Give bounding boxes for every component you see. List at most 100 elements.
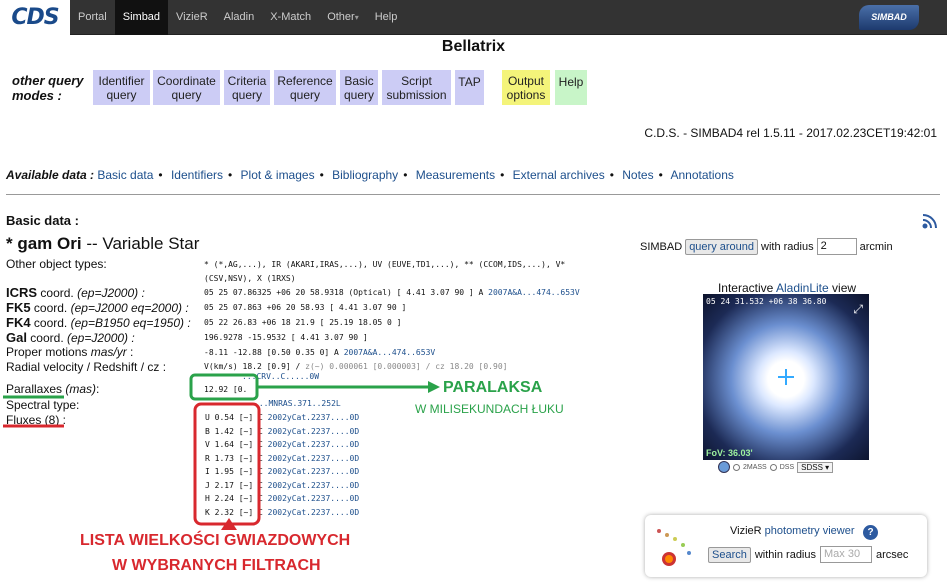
tap-button[interactable]: TAP <box>455 70 484 105</box>
survey-dss[interactable]: DSS <box>780 464 794 471</box>
pm-colon: : <box>126 345 134 359</box>
query-around-button[interactable]: query around <box>685 238 759 255</box>
link-identifiers[interactable]: Identifiers <box>171 168 223 182</box>
button-line1: Script <box>401 73 432 88</box>
output-options-button[interactable]: Output options <box>502 70 550 105</box>
gal-epoch: (ep=J2000) : <box>67 331 135 345</box>
fk5-label: FK5 coord. (ep=J2000 eq=2000) : <box>6 300 189 315</box>
vizier-prefix: VizieR <box>730 525 765 537</box>
nav-menu: Portal Simbad VizieR Aladin X-Match Othe… <box>70 0 405 35</box>
top-navbar: CDS Portal Simbad VizieR Aladin X-Match … <box>0 0 947 35</box>
available-data-label: Available data : <box>6 168 95 182</box>
photometry-viewer-link[interactable]: photometry viewer <box>765 525 855 537</box>
icrs-ref-link[interactable]: 2007A&A...474..653V <box>488 288 580 297</box>
nav-portal[interactable]: Portal <box>70 0 115 35</box>
cds-logo[interactable]: CDS <box>0 0 70 35</box>
divider <box>6 194 940 195</box>
link-basic-data[interactable]: Basic data <box>97 168 153 182</box>
help-icon[interactable]: ? <box>863 525 878 540</box>
link-external-archives[interactable]: External archives <box>513 168 605 182</box>
fk4-value: 05 22 26.83 +06 18 21.9 [ 25.19 18.05 0 … <box>204 318 402 327</box>
icrs-rest: coord. <box>37 286 78 300</box>
vizier-search-button[interactable]: Search <box>708 546 751 563</box>
aladin-fov: FoV: 36.03' <box>706 448 753 458</box>
globe-icon[interactable] <box>718 461 730 473</box>
parallax-highlight-box <box>189 373 259 401</box>
fk4-epoch: (ep=B1950 eq=1950) : <box>70 316 191 330</box>
photometry-viewer-logo-icon <box>657 529 691 566</box>
nav-aladin[interactable]: Aladin <box>216 0 263 35</box>
link-plot-images[interactable]: Plot & images <box>241 168 315 182</box>
icrs-bold: ICRS <box>6 285 38 300</box>
proper-motions-label: Proper motions mas/yr : <box>6 345 133 359</box>
nav-simbad[interactable]: Simbad <box>114 0 169 35</box>
fk5-bold: FK5 <box>6 300 31 315</box>
simbad-logo[interactable]: SIMBAD <box>859 5 919 30</box>
nav-help[interactable]: Help <box>367 0 406 35</box>
button-line2: query <box>343 87 375 102</box>
radio-icon[interactable] <box>769 463 777 471</box>
nav-other[interactable]: Other▾ <box>319 0 367 35</box>
separator: • <box>228 168 233 182</box>
script-submission-button[interactable]: Script submission <box>382 70 451 105</box>
version-info: C.D.S. - SIMBAD4 rel 1.5.11 - 2017.02.23… <box>644 126 937 140</box>
button-line2: submission <box>386 87 447 102</box>
parallax-arrow-head <box>428 381 440 393</box>
basic-data-title: Basic data : <box>6 213 79 228</box>
arcsec-label: arcsec <box>876 548 909 561</box>
aladin-prefix: Interactive <box>717 281 776 295</box>
query-modes-label-line2: modes : <box>12 88 62 103</box>
page-title: Bellatrix <box>441 38 506 55</box>
radius-input[interactable]: 2 <box>816 238 857 255</box>
survey-select[interactable]: SDSS ▾ <box>797 461 834 473</box>
link-measurements[interactable]: Measurements <box>416 168 495 182</box>
link-annotations[interactable]: Annotations <box>670 168 733 182</box>
fluxes-highlight-box <box>193 402 261 526</box>
fk5-value: 05 25 07.863 +06 20 58.93 [ 4.41 3.07 90… <box>204 303 407 312</box>
separator: • <box>403 168 408 182</box>
survey-2mass[interactable]: 2MASS <box>743 464 767 471</box>
separator: • <box>158 168 163 182</box>
coordinate-query-button[interactable]: Coordinate query <box>153 70 220 105</box>
link-bibliography[interactable]: Bibliography <box>332 168 398 182</box>
reference-query-button[interactable]: Reference query <box>274 70 336 105</box>
vizier-title: VizieR photometry viewer <box>730 525 855 537</box>
radio-icon[interactable] <box>733 463 740 471</box>
rss-icon[interactable] <box>921 212 939 230</box>
nav-vizier[interactable]: VizieR <box>168 0 216 35</box>
identifier-query-button[interactable]: Identifier query <box>93 70 150 105</box>
basic-query-button[interactable]: Basic query <box>340 70 378 105</box>
button-line1: Coordinate <box>157 73 216 88</box>
cds-logo-text: CDS <box>11 5 59 30</box>
query-modes-label-line1: other query <box>12 73 84 88</box>
chevron-down-icon: ▾ <box>354 13 359 22</box>
simbad-label: SIMBAD <box>640 240 683 253</box>
icrs-epoch: (ep=J2000) : <box>77 286 145 300</box>
query-modes-label: other query modes : <box>12 73 84 103</box>
gal-rest: coord. <box>26 331 67 345</box>
within-radius-label: within radius <box>754 548 816 561</box>
aladin-link[interactable]: AladinLite <box>776 281 829 295</box>
aladin-coordinates: 05 24 31.532 +06 38 36.80 <box>706 297 827 306</box>
fk4-label: FK4 coord. (ep=B1950 eq=1950) : <box>6 315 191 330</box>
button-line2: query <box>231 87 262 102</box>
help-button[interactable]: Help <box>555 70 587 105</box>
criteria-query-button[interactable]: Criteria query <box>224 70 270 105</box>
vizier-radius-input[interactable]: Max 30 <box>820 546 872 563</box>
icrs-value: 05 25 07.86325 +06 20 58.9318 (Optical) … <box>204 288 580 297</box>
object-name: * gam Ori -- Variable Star <box>6 234 199 254</box>
link-notes[interactable]: Notes <box>622 168 653 182</box>
fk5-epoch: (ep=J2000 eq=2000) : <box>70 301 189 315</box>
aladin-sky-view[interactable]: 05 24 31.532 +06 38 36.80 ⤢ FoV: 36.03' <box>703 294 869 460</box>
expand-icon[interactable]: ⤢ <box>853 302 863 317</box>
button-line2: options <box>506 87 546 102</box>
nav-other-label: Other <box>327 11 355 23</box>
pm-ref-link[interactable]: 2007A&A...474..653V <box>344 348 436 357</box>
button-line1: Criteria <box>227 73 267 88</box>
annotation-lista-2: W WYBRANYCH FILTRACH <box>112 557 321 574</box>
nav-xmatch[interactable]: X-Match <box>262 0 319 35</box>
button-line1: Basic <box>344 73 374 88</box>
button-line2: query <box>289 87 321 102</box>
available-data-nav: Available data : Basic data • Identifiers… <box>6 168 734 182</box>
icrs-label: ICRS coord. (ep=J2000) : <box>6 285 145 300</box>
